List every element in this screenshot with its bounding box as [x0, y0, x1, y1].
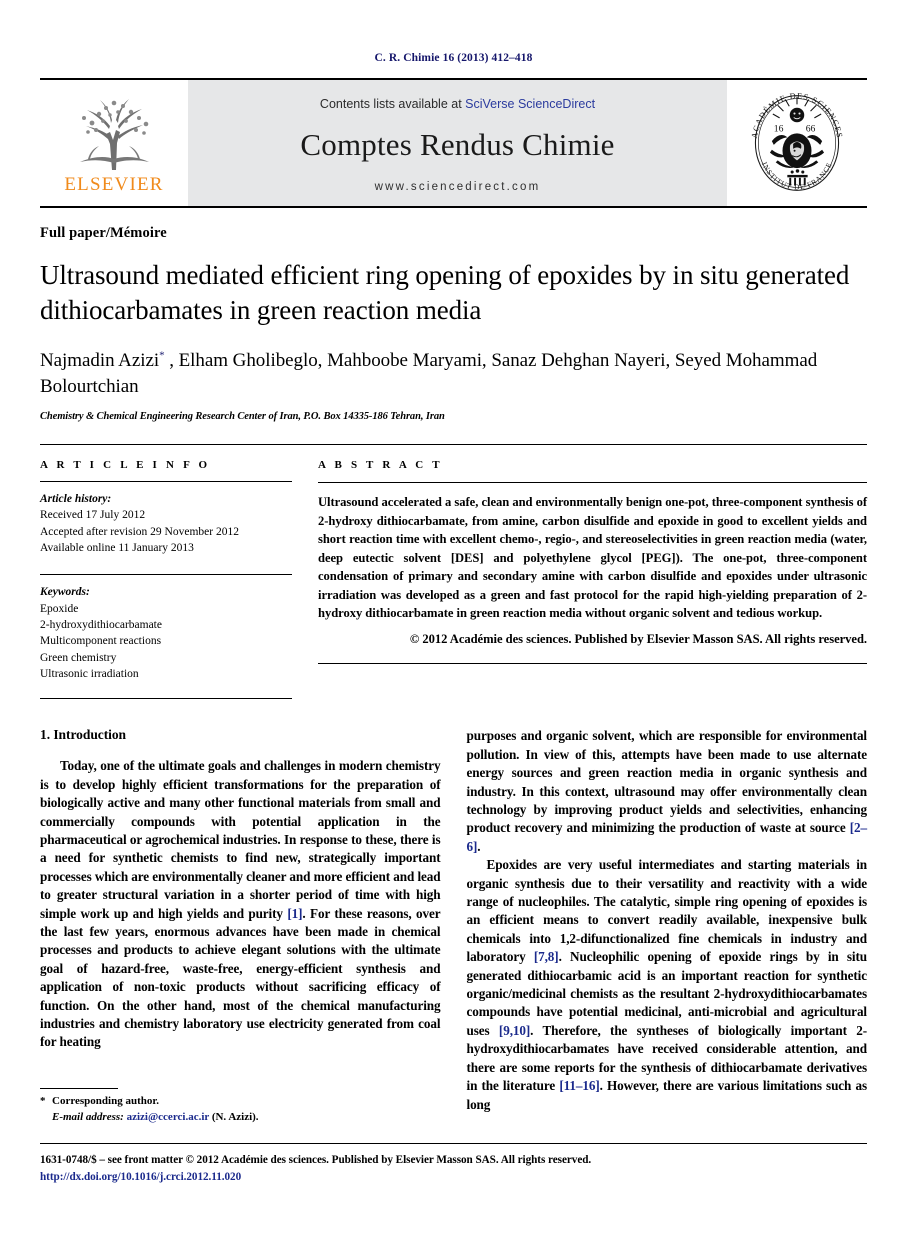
- abstract-text: Ultrasound accelerated a safe, clean and…: [318, 495, 867, 621]
- paragraph-text: Today, one of the ultimate goals and cha…: [40, 758, 441, 921]
- academie-des-sciences-seal-icon: ACADÉMIE DES SCIENCES INSTITUT DE FRANCE: [750, 91, 843, 191]
- svg-text:16: 16: [774, 123, 784, 134]
- history-item: Available online 11 January 2013: [40, 542, 194, 555]
- divider: [318, 662, 867, 664]
- masthead-center: Contents lists available at SciVerse Sci…: [188, 80, 727, 206]
- history-item: Received 17 July 2012: [40, 509, 146, 522]
- page-title: Ultrasound mediated efficient ring openi…: [40, 260, 850, 326]
- body-columns: 1. Introduction Today, one of the ultima…: [40, 727, 867, 1114]
- paragraph: Today, one of the ultimate goals and cha…: [40, 757, 441, 1052]
- asterisk-icon: *: [40, 1095, 46, 1108]
- article-info-column: A R T I C L E I N F O Article history: R…: [40, 459, 292, 700]
- journal-url: www.sciencedirect.com: [374, 181, 541, 193]
- divider: [40, 698, 292, 700]
- keywords-block: Keywords: Epoxide 2-hydroxydithiocarbama…: [40, 584, 292, 682]
- history-item: Accepted after revision 29 November 2012: [40, 525, 239, 538]
- paragraph: Epoxides are very useful intermediates a…: [467, 856, 868, 1114]
- contents-prefix: Contents lists available at: [319, 97, 462, 111]
- svg-text:66: 66: [806, 123, 816, 134]
- section-heading-introduction: 1. Introduction: [40, 727, 127, 743]
- email-label: E-mail address:: [52, 1111, 124, 1124]
- reference-link-9-10[interactable]: [9,10]: [499, 1023, 530, 1038]
- corresponding-author-row: * Corresponding author.: [40, 1094, 440, 1110]
- email-link[interactable]: azizi@ccerci.ac.ir: [127, 1111, 210, 1123]
- keyword-item: Green chemistry: [40, 651, 117, 664]
- keywords-label: Keywords:: [40, 586, 90, 599]
- email-owner: (N. Azizi).: [211, 1111, 259, 1124]
- author-list: Najmadin Azizi* , Elham Gholibeglo, Mahb…: [40, 348, 867, 399]
- paragraph-text: . For these reasons, over the last few y…: [40, 905, 441, 1050]
- paragraph: purposes and organic solvent, which are …: [467, 727, 868, 856]
- body-column-left: 1. Introduction Today, one of the ultima…: [40, 727, 441, 1114]
- divider: [40, 574, 292, 576]
- article-type: Full paper/Mémoire: [40, 225, 167, 241]
- paragraph-text: .: [477, 838, 481, 854]
- contents-available-line: Contents lists available at SciVerse Sci…: [320, 97, 595, 111]
- page-footer: 1631-0748/$ – see front matter © 2012 Ac…: [40, 1143, 867, 1186]
- sciencedirect-link[interactable]: SciVerse ScienceDirect: [465, 97, 595, 111]
- corresponding-author-footnote: * Corresponding author. E-mail address: …: [40, 1088, 440, 1126]
- journal-masthead: ELSEVIER Contents lists available at Sci…: [40, 78, 867, 208]
- abstract-column: A B S T R A C T Ultrasound accelerated a…: [318, 459, 867, 699]
- email-row: E-mail address: azizi@ccerci.ac.ir (N. A…: [40, 1110, 440, 1126]
- divider: [318, 482, 867, 484]
- journal-title: Comptes Rendus Chimie: [300, 127, 615, 162]
- keyword-item: Epoxide: [40, 602, 79, 615]
- keyword-item: Ultrasonic irradiation: [40, 668, 139, 681]
- abstract-heading: A B S T R A C T: [318, 459, 443, 472]
- reference-link-1[interactable]: [1]: [287, 906, 302, 921]
- affiliation: Chemistry & Chemical Engineering Researc…: [40, 411, 445, 423]
- author-names: Najmadin Azizi* , Elham Gholibeglo, Mahb…: [40, 349, 818, 397]
- body-column-right: purposes and organic solvent, which are …: [467, 727, 868, 1114]
- article-page: C. R. Chimie 16 (2013) 412–418 ELSEVIER …: [0, 0, 907, 1238]
- running-head: C. R. Chimie 16 (2013) 412–418: [374, 52, 533, 64]
- academie-seal: ACADÉMIE DES SCIENCES INSTITUT DE FRANCE: [727, 80, 867, 206]
- corresponding-author-marker: *: [159, 349, 165, 362]
- elsevier-logo: ELSEVIER: [40, 80, 188, 206]
- elsevier-wordmark: ELSEVIER: [64, 174, 164, 195]
- reference-link-7-8[interactable]: [7,8]: [534, 949, 559, 964]
- divider: [40, 1088, 118, 1090]
- article-history-label: Article history:: [40, 493, 112, 506]
- doi-link[interactable]: http://dx.doi.org/10.1016/j.crci.2012.11…: [40, 1171, 241, 1183]
- article-history: Article history: Received 17 July 2012 A…: [40, 491, 292, 556]
- divider: [40, 481, 292, 483]
- corresponding-author-text: Corresponding author.: [52, 1095, 159, 1108]
- info-abstract-block: A R T I C L E I N F O Article history: R…: [40, 444, 867, 700]
- elsevier-tree-icon: [80, 99, 149, 170]
- front-matter-line: 1631-0748/$ – see front matter © 2012 Ac…: [40, 1154, 592, 1167]
- keyword-item: Multicomponent reactions: [40, 635, 162, 648]
- keyword-item: 2-hydroxydithiocarbamate: [40, 619, 162, 632]
- reference-link-11-16[interactable]: [11–16]: [559, 1078, 599, 1093]
- paragraph-text: purposes and organic solvent, which are …: [466, 728, 868, 836]
- abstract-copyright: © 2012 Académie des sciences. Published …: [409, 631, 867, 646]
- article-info-heading: A R T I C L E I N F O: [40, 459, 211, 472]
